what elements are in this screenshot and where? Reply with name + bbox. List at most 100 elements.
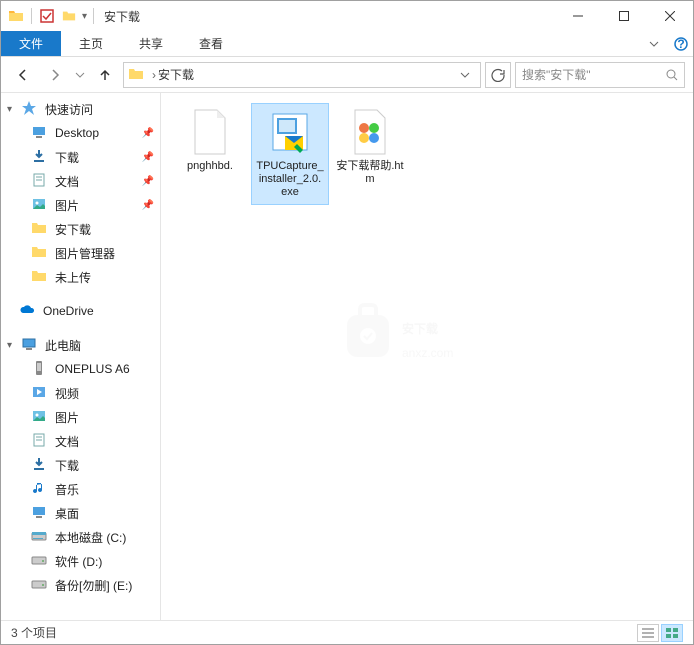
recent-dropdown[interactable] bbox=[73, 61, 87, 89]
sidebar-label: 快速访问 bbox=[45, 101, 93, 118]
help-icon[interactable]: ? bbox=[669, 31, 693, 56]
explorer-window: ▾ 安下载 文件 主页 共享 查看 ? › 安下载 bbox=[0, 0, 694, 645]
sidebar-item[interactable]: 文档 bbox=[1, 429, 160, 453]
sidebar-item[interactable]: 安下载 bbox=[1, 217, 160, 241]
pc-icon bbox=[21, 336, 39, 354]
sidebar-item[interactable]: 未上传 bbox=[1, 265, 160, 289]
file-name: pnghhbd. bbox=[187, 160, 233, 173]
sidebar-item[interactable]: 图片 bbox=[1, 405, 160, 429]
file-item[interactable]: TPUCapture_installer_2.0.exe bbox=[251, 103, 329, 205]
address-dropdown-icon[interactable] bbox=[454, 70, 476, 80]
sidebar-item[interactable]: 下载 bbox=[1, 453, 160, 477]
onedrive-icon bbox=[19, 302, 37, 320]
sidebar-item[interactable]: 图片管理器 bbox=[1, 241, 160, 265]
body: ▾ 快速访问 Desktop 📌 下载📌 文档 📌 图片📌 安下载图片管理器未上传 OneD… bbox=[1, 93, 693, 620]
minimize-button[interactable] bbox=[555, 1, 601, 31]
downloads-icon bbox=[31, 456, 49, 474]
sidebar-item[interactable]: 文档 📌 bbox=[1, 169, 160, 193]
sidebar-label: 安下载 bbox=[55, 221, 91, 238]
ribbon: 文件 主页 共享 查看 ? bbox=[1, 31, 693, 57]
drive-icon bbox=[31, 552, 49, 570]
titlebar: ▾ 安下载 bbox=[1, 1, 693, 31]
navigation-bar: › 安下载 搜索"安下载" bbox=[1, 57, 693, 93]
svg-text:anxz.com: anxz.com bbox=[402, 346, 453, 360]
sidebar-item[interactable]: 本地磁盘 (C:) bbox=[1, 525, 160, 549]
svg-text:?: ? bbox=[677, 37, 684, 51]
music-icon bbox=[31, 480, 49, 498]
folder-icon bbox=[128, 66, 146, 84]
sidebar-label: 未上传 bbox=[55, 269, 91, 286]
documents-icon bbox=[31, 432, 49, 450]
drive-c-icon bbox=[31, 528, 49, 546]
back-button[interactable] bbox=[9, 61, 37, 89]
up-button[interactable] bbox=[91, 61, 119, 89]
file-name: TPUCapture_installer_2.0.exe bbox=[256, 160, 324, 200]
statusbar: 3 个项目 bbox=[1, 620, 693, 644]
quick-access-toolbar: ▾ bbox=[7, 7, 96, 25]
checkbox-icon[interactable] bbox=[38, 7, 56, 25]
spacer bbox=[1, 323, 160, 333]
downloads-icon bbox=[31, 148, 49, 166]
forward-button[interactable] bbox=[41, 61, 69, 89]
file-item[interactable]: pnghhbd. bbox=[171, 103, 249, 205]
pictures-icon bbox=[31, 196, 49, 214]
navigation-pane[interactable]: ▾ 快速访问 Desktop 📌 下载📌 文档 📌 图片📌 安下载图片管理器未上传 OneD… bbox=[1, 93, 161, 620]
videos-icon bbox=[31, 384, 49, 402]
status-text: 3 个项目 bbox=[11, 624, 57, 641]
qat-dropdown-icon[interactable]: ▾ bbox=[82, 11, 87, 22]
sidebar-onedrive[interactable]: OneDrive bbox=[1, 299, 160, 323]
close-button[interactable] bbox=[647, 1, 693, 31]
breadcrumb-segment[interactable]: 安下载 bbox=[158, 66, 194, 83]
sidebar-item[interactable]: 音乐 bbox=[1, 477, 160, 501]
file-item[interactable]: 安下载帮助.htm bbox=[331, 103, 409, 205]
window-controls bbox=[555, 1, 693, 31]
sidebar-item[interactable]: ONEPLUS A6 bbox=[1, 357, 160, 381]
address-bar[interactable]: › 安下载 bbox=[123, 62, 481, 88]
folder-small-icon[interactable] bbox=[60, 7, 78, 25]
sidebar-label: 音乐 bbox=[55, 481, 79, 498]
sidebar-this-pc[interactable]: ▾ 此电脑 bbox=[1, 333, 160, 357]
chevron-right-icon[interactable]: › bbox=[152, 68, 156, 82]
sidebar-item[interactable]: 图片📌 bbox=[1, 193, 160, 217]
sidebar-item[interactable]: 下载📌 bbox=[1, 145, 160, 169]
separator bbox=[93, 8, 94, 24]
watermark: 安下载 anxz.com bbox=[327, 285, 527, 375]
sidebar-item[interactable]: 桌面 bbox=[1, 501, 160, 525]
maximize-button[interactable] bbox=[601, 1, 647, 31]
sidebar-label: 文档 bbox=[55, 433, 79, 450]
sidebar-quick-access[interactable]: ▾ 快速访问 bbox=[1, 97, 160, 121]
device-icon bbox=[31, 360, 49, 378]
chevron-down-icon[interactable]: ▾ bbox=[7, 104, 19, 115]
sidebar-label: 视频 bbox=[55, 385, 79, 402]
sidebar-label: 图片 bbox=[55, 409, 79, 426]
icons-view-button[interactable] bbox=[661, 624, 683, 642]
sidebar-item[interactable]: 视频 bbox=[1, 381, 160, 405]
sidebar-label: 文档 bbox=[55, 173, 79, 190]
sidebar-item[interactable]: 软件 (D:) bbox=[1, 549, 160, 573]
tab-home[interactable]: 主页 bbox=[61, 31, 121, 56]
file-pane[interactable]: pnghhbd. TPUCapture_installer_2.0.exe安下载帮… bbox=[161, 93, 693, 620]
sidebar-label: Desktop bbox=[55, 126, 99, 140]
spacer bbox=[1, 289, 160, 299]
refresh-button[interactable] bbox=[485, 62, 511, 88]
sidebar-label: 图片管理器 bbox=[55, 245, 115, 262]
pin-icon: 📌 bbox=[142, 176, 154, 187]
sidebar-label: 软件 (D:) bbox=[55, 553, 102, 570]
folder-icon bbox=[31, 244, 49, 262]
tab-file[interactable]: 文件 bbox=[1, 31, 61, 56]
folder-icon bbox=[31, 268, 49, 286]
details-view-button[interactable] bbox=[637, 624, 659, 642]
chevron-down-icon[interactable]: ▾ bbox=[7, 340, 19, 351]
tab-share[interactable]: 共享 bbox=[121, 31, 181, 56]
pin-icon: 📌 bbox=[142, 128, 154, 139]
drive-icon bbox=[31, 576, 49, 594]
star-icon bbox=[21, 100, 39, 118]
separator bbox=[31, 8, 32, 24]
pictures-icon bbox=[31, 408, 49, 426]
sidebar-label: 此电脑 bbox=[45, 337, 81, 354]
tab-view[interactable]: 查看 bbox=[181, 31, 241, 56]
ribbon-expand-icon[interactable] bbox=[639, 31, 669, 56]
sidebar-item[interactable]: Desktop 📌 bbox=[1, 121, 160, 145]
sidebar-item[interactable]: 备份[勿删] (E:) bbox=[1, 573, 160, 597]
search-box[interactable]: 搜索"安下载" bbox=[515, 62, 685, 88]
